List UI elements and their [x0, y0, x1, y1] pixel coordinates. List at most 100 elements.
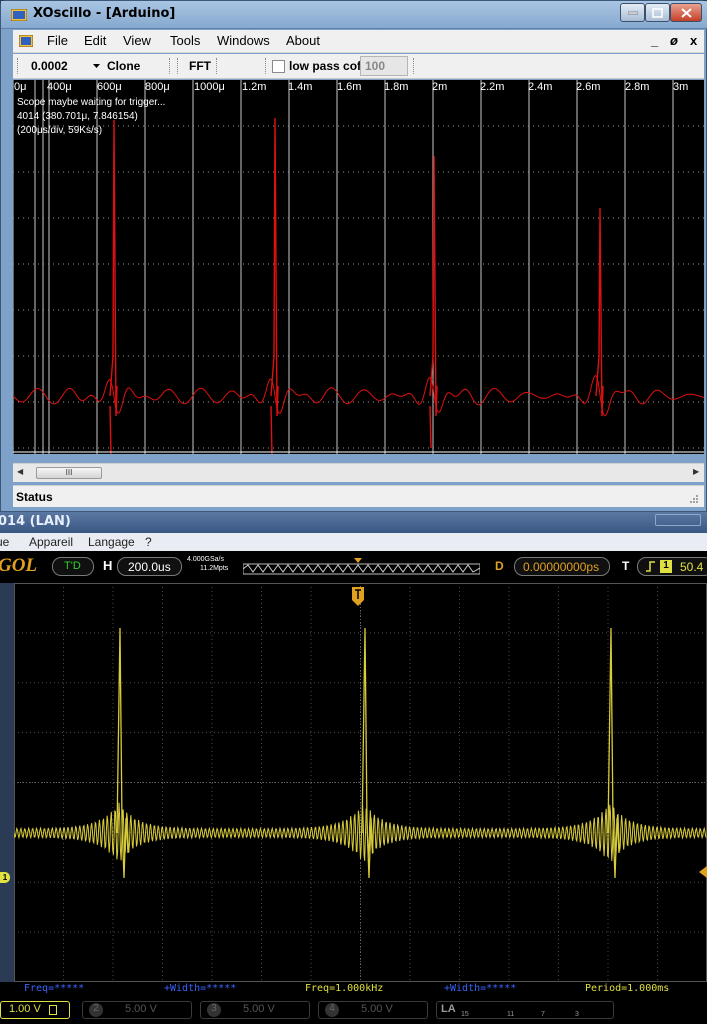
minimize-icon [627, 11, 638, 14]
rigol-plot [13, 582, 707, 983]
x-tick-label: 1000μ [194, 81, 225, 93]
menu-appareil[interactable]: Appareil [29, 535, 73, 549]
menu-tools[interactable]: Tools [170, 33, 200, 48]
status-label: Status [16, 490, 53, 504]
rising-edge-icon [646, 561, 655, 572]
logic-analyzer-indicator[interactable]: LA 15 11 7 3 [436, 1001, 614, 1019]
scroll-right-icon[interactable]: ▶ [693, 467, 699, 476]
menu-bar: File Edit View Tools Windows About _ ø x [13, 30, 704, 53]
channel-1-scale[interactable]: 1.00 V [0, 1001, 70, 1019]
toolbar: 0.0002 Clone FFT low pass cof 100 [13, 54, 704, 79]
mdi-minimize-button[interactable]: _ [651, 33, 658, 48]
timebase-readout: (200μs/div, 59Ks/s) [17, 125, 103, 136]
maximize-button[interactable] [645, 3, 670, 22]
menu-windows[interactable]: Windows [217, 33, 270, 48]
measurement-item: Freq=***** [24, 983, 85, 994]
horizontal-delay[interactable]: 0.00000000ps [514, 557, 610, 576]
rigol-window-buttons[interactable] [655, 514, 701, 526]
x-tick-label: 2.2m [480, 81, 504, 93]
trigger-settings[interactable]: 1 50.4 [637, 557, 707, 576]
menu-langage[interactable]: Langage [88, 535, 135, 549]
measurement-item: +Width=***** [444, 983, 517, 994]
menu-file[interactable]: File [47, 33, 68, 48]
channel1-offset-marker[interactable]: 1 [0, 872, 10, 883]
run-status-badge[interactable]: T'D [52, 557, 94, 576]
channel-bar: 1.00 V 2 5.00 V 3 5.00 V 4 5.00 V LA 15 … [0, 996, 707, 1024]
trigger-label: T [622, 559, 630, 573]
rigol-window-title: 014 (LAN) [0, 514, 71, 529]
dropdown-arrow-icon[interactable] [93, 64, 100, 69]
rigol-title-bar[interactable]: 014 (LAN) [0, 512, 707, 533]
rigol-waveform-display[interactable] [13, 582, 707, 983]
pulse-spike [116, 627, 129, 879]
menu-edit[interactable]: Edit [84, 33, 106, 48]
x-tick-label: 800μ [145, 81, 170, 93]
trigger-level-marker-icon[interactable] [699, 866, 707, 878]
channel-4-scale[interactable]: 4 5.00 V [318, 1001, 428, 1019]
x-tick-label: 0μ [14, 81, 26, 93]
x-tick-label: 2m [432, 81, 447, 93]
measurement-item: Freq=1.000kHz [305, 983, 384, 994]
x-tick-label: 2.4m [528, 81, 552, 93]
channel-3-scale[interactable]: 3 5.00 V [200, 1001, 310, 1019]
horizontal-timebase[interactable]: 200.0us [117, 557, 182, 576]
close-button[interactable] [670, 3, 702, 22]
mdi-close-button[interactable]: x [690, 33, 697, 48]
xoscillo-title-bar[interactable]: XOscillo - [Arduino] [1, 1, 707, 29]
low-pass-cof-input[interactable]: 100 [360, 56, 408, 76]
maximize-icon [652, 7, 663, 18]
memory-position-indicator[interactable] [243, 558, 480, 578]
scroll-left-icon[interactable]: ◀ [17, 467, 23, 476]
trigger-position-icon [354, 558, 362, 563]
menu-about[interactable]: About [286, 33, 320, 48]
measurement-item: Period=1.000ms [585, 983, 670, 994]
scope-plot: 0μ 400μ 600μ 800μ 1000μ 1.2m 1.4m 1.6m 1.8m 2m 2.2… [13, 80, 704, 454]
menu-help[interactable]: ? [145, 535, 152, 549]
minimize-button[interactable] [620, 3, 645, 22]
trigger-source-badge: 1 [660, 560, 672, 573]
trigger-position-marker-icon[interactable] [352, 587, 364, 607]
x-tick-label: 400μ [47, 81, 72, 93]
x-tick-label: 1.2m [242, 81, 266, 93]
toolbar-separator [216, 58, 218, 74]
toolbar-grip [17, 58, 19, 74]
low-pass-label: low pass cof [289, 59, 362, 73]
xoscillo-window: XOscillo - [Arduino] File Edit View Tool… [0, 0, 707, 512]
rigol-status-bar: GOL T'D H 200.0us 4.000GSa/s 11.2Mpts D … [0, 551, 707, 583]
window-title: XOscillo - [Arduino] [33, 6, 176, 21]
x-tick-label: 3m [673, 81, 688, 93]
mdi-restore-button[interactable]: ø [670, 33, 678, 48]
horizontal-label: H [103, 558, 113, 573]
cursor-readout: 4014 (380.701μ, 7.846154) [17, 111, 138, 122]
close-icon [680, 7, 692, 18]
scrollbar-thumb[interactable]: III [36, 467, 102, 479]
horizontal-scrollbar[interactable]: ◀ III ▶ [13, 463, 704, 482]
status-bar: Status [13, 485, 704, 507]
coupling-icon [49, 1005, 57, 1015]
toolbar-grip [265, 58, 267, 74]
rigol-logo: GOL [0, 555, 38, 576]
menu-vue[interactable]: ue [0, 535, 9, 549]
x-tick-label: 2.8m [625, 81, 649, 93]
desktop: XOscillo - [Arduino] File Edit View Tool… [0, 0, 707, 1024]
pulse-spike [270, 117, 279, 454]
trigger-level: 50.4 [680, 560, 704, 574]
fft-button[interactable]: FFT [189, 59, 211, 73]
measurement-item: +Width=***** [164, 983, 237, 994]
resize-grip-icon[interactable] [689, 494, 699, 504]
rigol-menu-bar: ue Appareil Langage ? [0, 533, 707, 551]
timebase-combo[interactable]: 0.0002 [31, 59, 68, 73]
app-icon [11, 9, 27, 21]
sample-rate: 4.000GSa/s [187, 556, 224, 563]
x-tick-label: 1.6m [337, 81, 361, 93]
xoscillo-scope-display[interactable]: 0μ 400μ 600μ 800μ 1000μ 1.2m 1.4m 1.6m 1.8m 2m 2.2… [13, 80, 704, 454]
low-pass-checkbox[interactable] [272, 60, 285, 73]
toolbar-separator [413, 58, 415, 74]
x-tick-label: 1.4m [288, 81, 312, 93]
channel-2-scale[interactable]: 2 5.00 V [82, 1001, 192, 1019]
menu-view[interactable]: View [123, 33, 151, 48]
toolbar-grip [177, 58, 179, 74]
device-combo[interactable]: Clone [107, 59, 140, 73]
pulse-spike [607, 627, 620, 879]
x-tick-label: 2.6m [576, 81, 600, 93]
